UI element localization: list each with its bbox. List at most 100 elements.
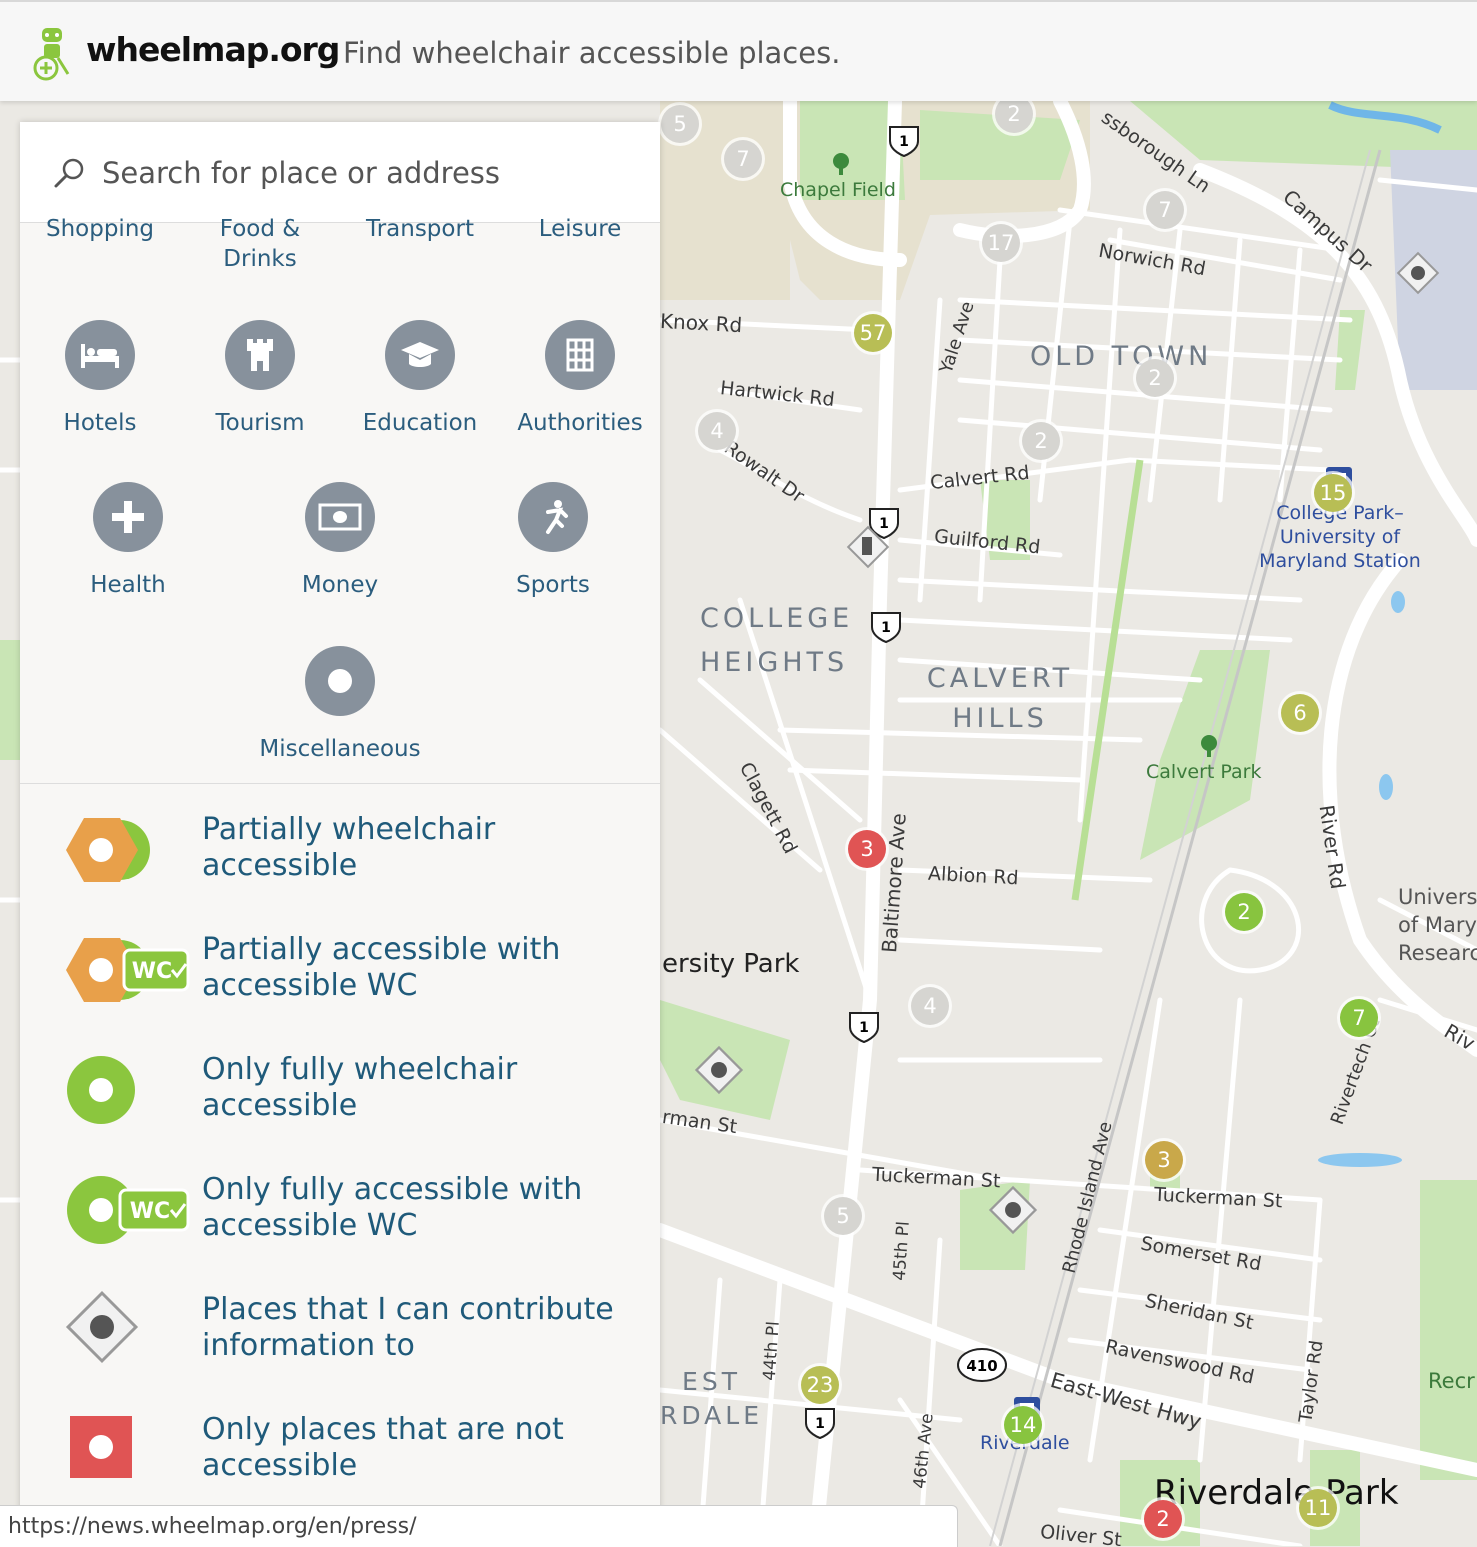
partial-icon [66, 818, 150, 882]
category-label: Miscellaneous [259, 736, 421, 762]
park-label: Calvert Park [1146, 761, 1262, 783]
place-label: ersity Park [662, 949, 800, 979]
cluster-marker[interactable]: 3 [1145, 1141, 1183, 1179]
building-icon [545, 320, 615, 390]
svg-text:1: 1 [859, 1020, 869, 1036]
svg-text:1: 1 [881, 620, 891, 636]
search-input[interactable] [100, 144, 634, 202]
cluster-marker[interactable]: 3 [848, 830, 886, 868]
cluster-marker[interactable]: 17 [982, 224, 1020, 262]
category-authorities[interactable]: Authorities [500, 320, 660, 438]
banknote-icon [305, 482, 375, 552]
filter-unknown-contribute[interactable]: Places that I can contribute information… [20, 1290, 660, 1402]
cluster-marker[interactable]: 7 [1340, 999, 1378, 1037]
svg-text:410: 410 [966, 1357, 997, 1375]
cluster-marker[interactable]: 5 [661, 105, 699, 143]
search-bar [20, 122, 660, 223]
wheelmap-logo-icon[interactable] [30, 26, 74, 82]
cluster-marker[interactable]: 23 [801, 1366, 839, 1404]
park-tree-icon [833, 153, 849, 175]
filter-not-accessible[interactable]: Only places that are not accessible [20, 1412, 660, 1512]
street-label: 44th Pl [759, 1320, 784, 1382]
district-label: COLLEGE HEIGHTS [700, 603, 854, 678]
filter-fully-accessible-wc[interactable]: WC Only fully accessible with accessible… [20, 1172, 660, 1282]
cluster-marker[interactable]: 2 [1136, 359, 1174, 397]
cluster-marker[interactable]: 14 [1004, 1406, 1042, 1444]
svg-text:1: 1 [899, 134, 909, 150]
place-label: Univers of Maryl Research [1398, 885, 1477, 965]
sports-marker-icon[interactable] [988, 1185, 1038, 1235]
search-icon [54, 158, 84, 188]
svg-text:WC: WC [130, 1199, 170, 1224]
category-health[interactable]: Health [48, 482, 208, 600]
filter-fully-accessible[interactable]: Only fully wheelchair accessible [20, 1052, 660, 1162]
full-icon [67, 1056, 135, 1124]
cluster-marker[interactable]: 5 [824, 1197, 862, 1235]
category-label: Authorities [517, 410, 643, 436]
category-label: Education [362, 410, 478, 436]
category-sports[interactable]: Sports [473, 482, 633, 600]
filter-partially-accessible-wc[interactable]: WC Partially accessible with accessible … [20, 932, 660, 1042]
cluster-marker[interactable]: 4 [698, 412, 736, 450]
filter-label: Partially wheelchair accessible [202, 812, 496, 883]
cluster-marker[interactable]: 4 [911, 987, 949, 1025]
filter-label: Only fully wheelchair accessible [202, 1052, 518, 1123]
graduation-cap-icon [385, 320, 455, 390]
dot-icon [305, 646, 375, 716]
not-accessible-icon [70, 1416, 132, 1478]
section-divider [20, 783, 660, 784]
street-label: Albion Rd [927, 862, 1020, 890]
category-food-drinks[interactable]: Food & Drinks [200, 214, 320, 274]
category-education[interactable]: Education [340, 320, 500, 438]
category-shopping[interactable]: Shopping [20, 214, 180, 244]
category-label: Health [90, 572, 166, 598]
category-row-partial: Shopping Food & Drinks Transport Leisure [20, 214, 660, 274]
plus-icon [93, 482, 163, 552]
park-tree-icon [1201, 735, 1217, 757]
filter-partially-accessible[interactable]: Partially wheelchair accessible [20, 812, 660, 922]
cluster-marker[interactable]: 15 [1314, 474, 1352, 512]
category-label: Hotels [63, 410, 137, 436]
accessible-place-marker-icon[interactable] [1396, 251, 1440, 295]
sports-marker-icon[interactable] [694, 1045, 744, 1095]
cluster-marker[interactable]: 11 [1299, 1489, 1337, 1527]
category-tourism[interactable]: Tourism [180, 320, 340, 438]
filter-label: Only places that are not accessible [202, 1412, 564, 1483]
category-leisure[interactable]: Leisure [500, 214, 660, 244]
category-transport[interactable]: Transport [340, 214, 500, 244]
cluster-marker[interactable]: 2 [1225, 893, 1263, 931]
svg-text:1: 1 [815, 1416, 825, 1432]
park-label: Chapel Field [780, 179, 896, 201]
full-wc-icon: WC [67, 1176, 190, 1244]
cluster-marker[interactable]: 7 [724, 140, 762, 178]
us-route-shield-icon: 1 [849, 1012, 879, 1044]
place-label: Recr [1428, 1369, 1475, 1393]
category-hotels[interactable]: Hotels [20, 320, 180, 438]
app-header: wheelmap.org Find wheelchair accessible … [0, 0, 1477, 101]
unknown-icon [65, 1290, 139, 1364]
logo-text[interactable]: wheelmap.org [86, 30, 340, 69]
status-url: https://news.wheelmap.org/en/press/ [8, 1514, 417, 1539]
cluster-marker[interactable]: 6 [1281, 694, 1319, 732]
filter-label: Only fully accessible with accessible WC [202, 1172, 583, 1243]
cluster-marker[interactable]: 7 [1146, 191, 1184, 229]
cluster-marker[interactable]: 2 [1022, 422, 1060, 460]
bed-icon [65, 320, 135, 390]
castle-icon [225, 320, 295, 390]
partial-wc-icon: WC [66, 938, 190, 1002]
category-label: Sports [516, 572, 590, 598]
browser-status-bar: https://news.wheelmap.org/en/press/ [0, 1505, 958, 1547]
svg-text:WC: WC [132, 959, 172, 984]
gas-station-marker-icon[interactable] [846, 525, 890, 569]
cluster-marker[interactable]: 57 [854, 314, 892, 352]
filter-label: Partially accessible with accessible WC [202, 932, 561, 1003]
header-tagline: Find wheelchair accessible places. [343, 36, 841, 70]
category-miscellaneous[interactable]: Miscellaneous [240, 646, 440, 764]
category-label: Money [301, 572, 379, 598]
category-money[interactable]: Money [260, 482, 420, 600]
district-label: EST RDALE [660, 1367, 764, 1430]
cluster-marker[interactable]: 2 [1144, 1500, 1182, 1538]
us-route-shield-icon: 1 [889, 126, 919, 158]
place-label: Riverdale Park [1154, 1473, 1399, 1513]
station-label: College Park–University of Maryland Stat… [1259, 502, 1421, 572]
